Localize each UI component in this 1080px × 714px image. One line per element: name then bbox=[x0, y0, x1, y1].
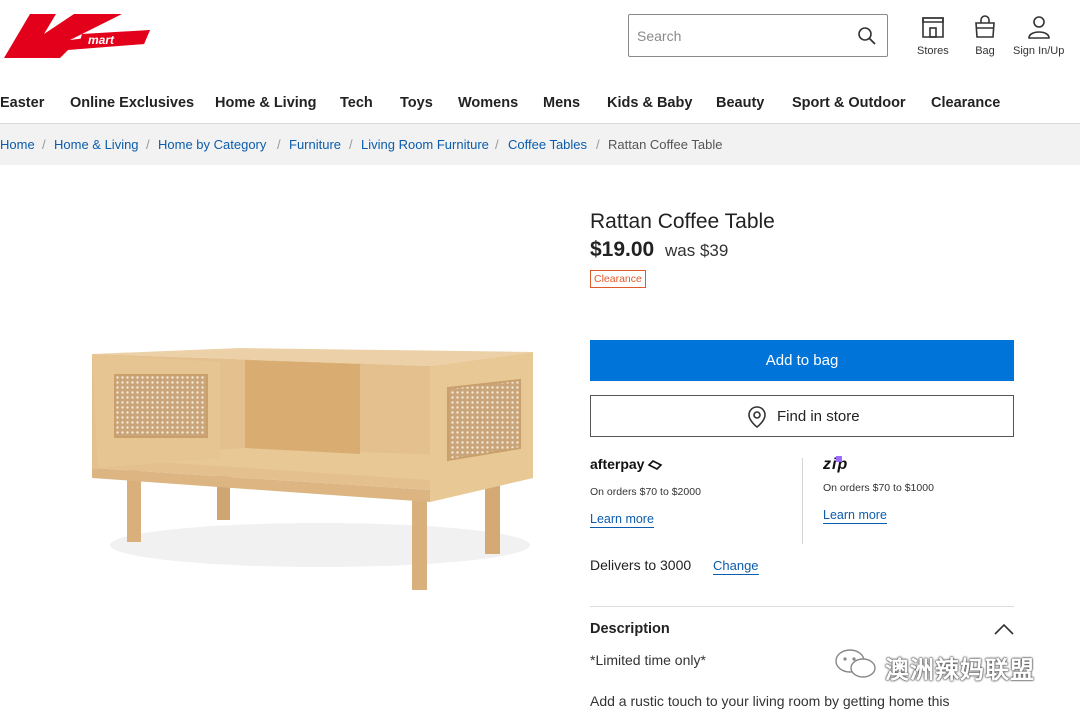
search-box bbox=[628, 14, 888, 57]
zip-learn-more-link[interactable]: Learn more bbox=[823, 508, 887, 524]
description-line-2: Add a rustic touch to your living room b… bbox=[590, 693, 950, 709]
breadcrumb-home-by-category[interactable]: Home by Category bbox=[158, 137, 266, 152]
sign-in-label: Sign In/Up bbox=[1013, 45, 1065, 57]
zip-block: zip On orders $70 to $1000 Learn more bbox=[823, 456, 1033, 524]
bag-icon bbox=[975, 15, 995, 38]
product-title: Rattan Coffee Table bbox=[590, 210, 775, 233]
category-nav: Easter Online Exclusives Home & Living T… bbox=[0, 93, 1080, 117]
breadcrumb-separator: / bbox=[596, 137, 600, 152]
nav-item-toys[interactable]: Toys bbox=[400, 95, 433, 111]
nav-item-sport-outdoor[interactable]: Sport & Outdoor bbox=[792, 95, 906, 111]
afterpay-note: On orders $70 to $2000 bbox=[590, 486, 701, 498]
user-icon bbox=[1027, 16, 1050, 39]
breadcrumb: Home / Home & Living / Home by Category … bbox=[0, 123, 1080, 165]
delivers-to-text: Delivers to 3000 bbox=[590, 557, 692, 573]
description-divider bbox=[590, 606, 1014, 607]
breadcrumb-separator: / bbox=[349, 137, 353, 152]
search-input[interactable] bbox=[637, 23, 847, 49]
breadcrumb-living-room-furniture[interactable]: Living Room Furniture bbox=[361, 137, 489, 152]
bag-label: Bag bbox=[975, 45, 995, 57]
was-price: was $39 bbox=[665, 241, 729, 260]
sign-in-link[interactable]: Sign In/Up bbox=[1013, 14, 1064, 57]
chevron-up-icon[interactable] bbox=[993, 620, 1015, 638]
wechat-icon bbox=[835, 649, 876, 678]
kmart-logo[interactable]: mart bbox=[4, 14, 150, 58]
watermark: 澳洲辣妈联盟 bbox=[833, 646, 1034, 686]
breadcrumb-separator: / bbox=[277, 137, 281, 152]
nav-item-beauty[interactable]: Beauty bbox=[716, 95, 764, 111]
nav-item-easter[interactable]: Easter bbox=[0, 95, 44, 111]
afterpay-arrows-icon bbox=[647, 460, 663, 470]
location-pin-icon bbox=[748, 406, 766, 429]
payment-divider bbox=[802, 458, 803, 544]
product-price: $19.00 bbox=[590, 238, 655, 261]
find-in-store-label: Find in store bbox=[777, 408, 860, 425]
store-icon bbox=[922, 17, 944, 38]
product-image[interactable] bbox=[80, 330, 550, 600]
logo-text: mart bbox=[88, 33, 115, 47]
breadcrumb-coffee-tables[interactable]: Coffee Tables bbox=[508, 137, 587, 152]
breadcrumb-furniture[interactable]: Furniture bbox=[289, 137, 341, 152]
description-line-1: *Limited time only* bbox=[590, 652, 706, 668]
afterpay-logo: afterpay bbox=[590, 456, 645, 472]
find-in-store-button[interactable]: Find in store bbox=[590, 395, 1014, 437]
nav-item-tech[interactable]: Tech bbox=[340, 95, 373, 111]
nav-item-womens[interactable]: Womens bbox=[458, 95, 518, 111]
bag-link[interactable]: Bag bbox=[972, 14, 998, 57]
description-heading[interactable]: Description bbox=[590, 621, 670, 637]
nav-item-kids-baby[interactable]: Kids & Baby bbox=[607, 95, 692, 111]
afterpay-learn-more-link[interactable]: Learn more bbox=[590, 512, 654, 528]
breadcrumb-current: Rattan Coffee Table bbox=[608, 137, 723, 152]
add-to-bag-button[interactable]: Add to bag bbox=[590, 340, 1014, 381]
watermark-text: 澳洲辣妈联盟 bbox=[885, 657, 1035, 684]
nav-item-online-exclusives[interactable]: Online Exclusives bbox=[70, 95, 194, 111]
stores-label: Stores bbox=[917, 45, 949, 57]
nav-item-mens[interactable]: Mens bbox=[543, 95, 580, 111]
breadcrumb-separator: / bbox=[42, 137, 46, 152]
zip-note: On orders $70 to $1000 bbox=[823, 482, 934, 494]
nav-item-clearance[interactable]: Clearance bbox=[931, 95, 1000, 111]
stores-link[interactable]: Stores bbox=[917, 14, 949, 57]
breadcrumb-separator: / bbox=[495, 137, 499, 152]
search-icon[interactable] bbox=[857, 26, 877, 46]
afterpay-block: afterpay On orders $70 to $2000 Learn mo… bbox=[590, 456, 800, 528]
nav-item-home-living[interactable]: Home & Living bbox=[215, 95, 317, 111]
change-postcode-link[interactable]: Change bbox=[713, 558, 759, 575]
breadcrumb-home-living[interactable]: Home & Living bbox=[54, 137, 139, 152]
breadcrumb-separator: / bbox=[146, 137, 150, 152]
breadcrumb-home[interactable]: Home bbox=[0, 137, 35, 152]
clearance-badge: Clearance bbox=[590, 270, 646, 288]
zip-logo-mark bbox=[836, 456, 842, 462]
